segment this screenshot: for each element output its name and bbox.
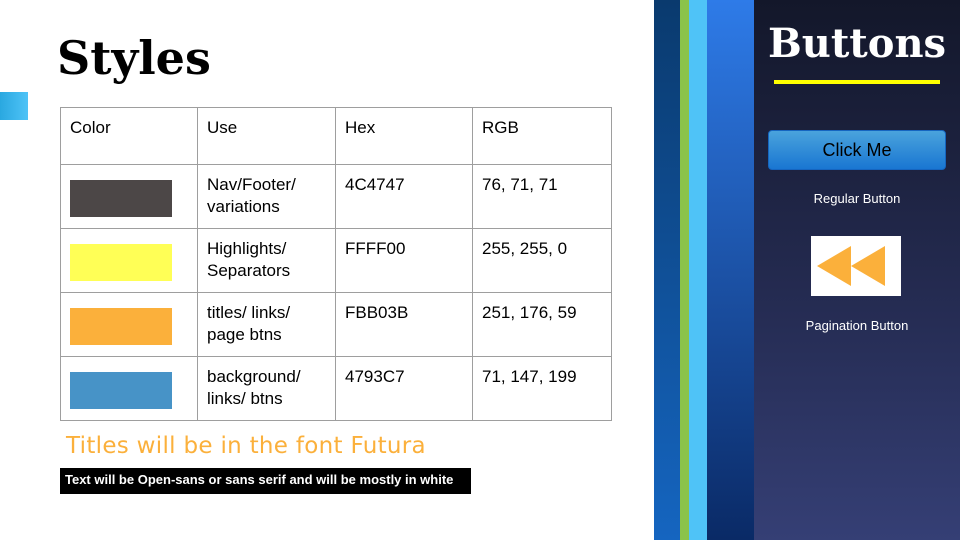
hex-cell: FBB03B: [335, 292, 473, 357]
table-row: Nav/Footer/ variations 4C4747 76, 71, 71: [60, 164, 612, 229]
panel-title: Buttons: [767, 20, 947, 67]
color-swatch: [70, 180, 172, 217]
text-note: Text will be Open-sans or sans serif and…: [60, 468, 471, 494]
header-hex: Hex: [335, 107, 473, 165]
header-rgb: RGB: [472, 107, 612, 165]
swatch-cell: [60, 292, 198, 357]
color-swatch: [70, 244, 172, 281]
slide-title: Styles: [57, 31, 211, 85]
regular-button-caption: Regular Button: [813, 191, 901, 206]
decorative-stripe: [654, 0, 680, 540]
font-note: Titles will be in the font Futura: [66, 433, 426, 459]
table-row: titles/ links/ page btns FBB03B 251, 176…: [60, 292, 612, 357]
accent-square: [0, 92, 28, 120]
decorative-stripe: [707, 0, 754, 540]
header-use: Use: [197, 107, 336, 165]
rgb-cell: 76, 71, 71: [472, 164, 612, 229]
use-cell: Highlights/ Separators: [197, 228, 336, 293]
use-cell: background/ links/ btns: [197, 356, 336, 421]
hex-cell: 4793C7: [335, 356, 473, 421]
header-color: Color: [60, 107, 198, 165]
hex-cell: 4C4747: [335, 164, 473, 229]
rgb-cell: 71, 147, 199: [472, 356, 612, 421]
color-swatch: [70, 372, 172, 409]
use-cell: titles/ links/ page btns: [197, 292, 336, 357]
regular-button[interactable]: Click Me: [768, 130, 946, 170]
double-left-arrow-icon: [817, 246, 885, 286]
hex-cell: FFFF00: [335, 228, 473, 293]
swatch-cell: [60, 356, 198, 421]
decorative-stripe: [689, 0, 707, 540]
rgb-cell: 251, 176, 59: [472, 292, 612, 357]
pagination-button-caption: Pagination Button: [805, 318, 909, 333]
color-swatch: [70, 308, 172, 345]
table-row: background/ links/ btns 4793C7 71, 147, …: [60, 356, 612, 421]
rgb-cell: 255, 255, 0: [472, 228, 612, 293]
swatch-cell: [60, 228, 198, 293]
buttons-panel: Buttons Click Me Regular Button Paginati…: [754, 0, 960, 540]
table-row: Highlights/ Separators FFFF00 255, 255, …: [60, 228, 612, 293]
use-cell: Nav/Footer/ variations: [197, 164, 336, 229]
table-header-row: Color Use Hex RGB: [60, 107, 612, 165]
decorative-stripe: [680, 0, 689, 540]
pagination-button[interactable]: [811, 236, 901, 296]
color-styles-table: Color Use Hex RGB Nav/Footer/ variations…: [60, 107, 612, 421]
title-separator: [774, 80, 940, 84]
swatch-cell: [60, 164, 198, 229]
